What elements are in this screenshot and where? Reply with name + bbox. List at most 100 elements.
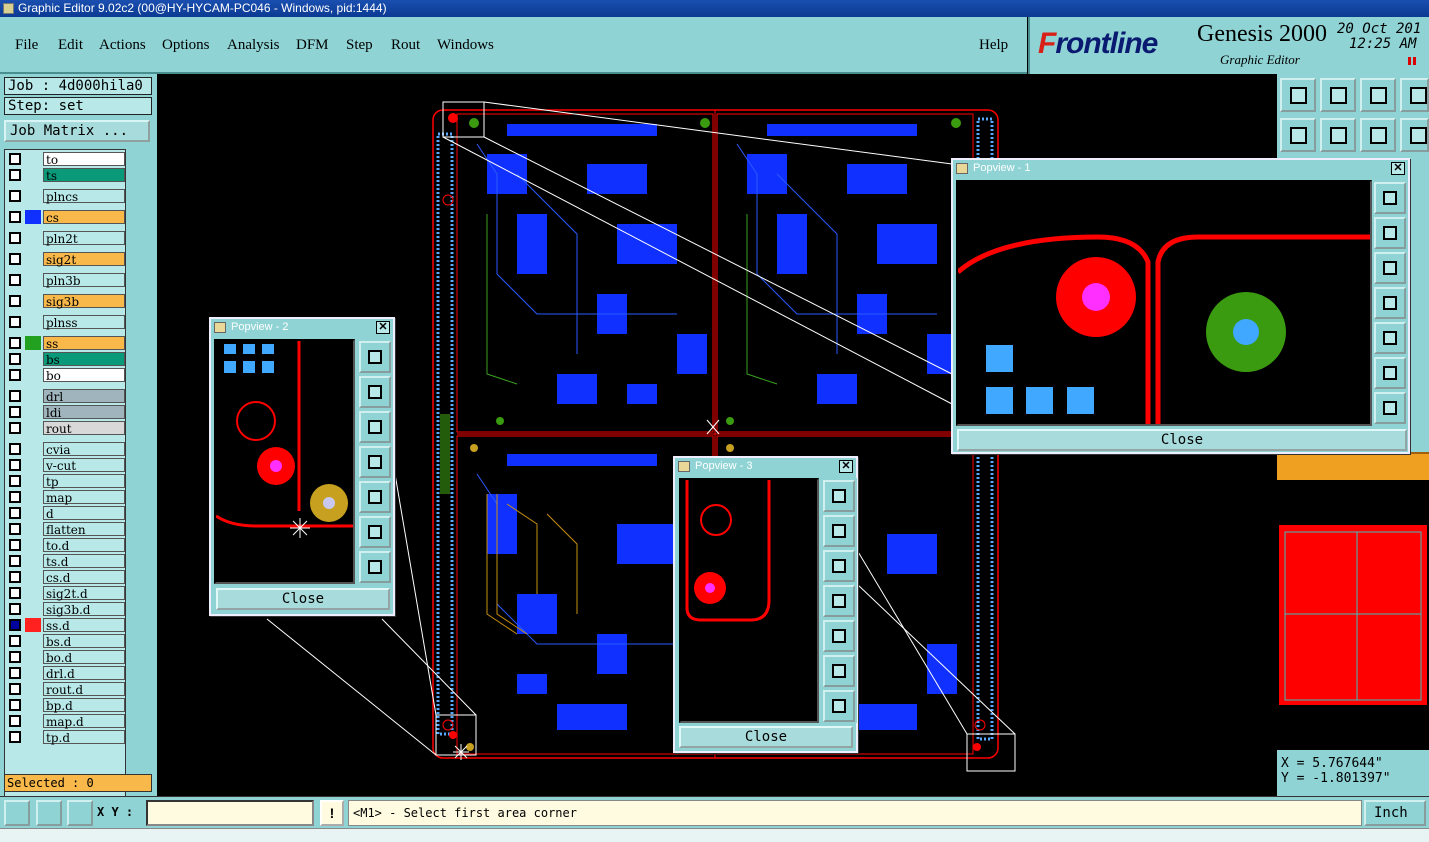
layer-name[interactable]: sig2t [43, 252, 125, 267]
popview-1-view[interactable] [956, 180, 1372, 426]
layer-color-swatch[interactable] [25, 389, 41, 403]
menu-options[interactable]: Options [162, 37, 210, 54]
layer-row-cvia[interactable]: cvia [7, 442, 125, 457]
tool-button-5[interactable] [1280, 118, 1316, 152]
layer-row-sig2t[interactable]: sig2t [7, 252, 125, 267]
layer-name[interactable]: d [43, 506, 125, 521]
pause-icon[interactable] [1408, 57, 1416, 65]
zoom-fit-icon[interactable] [1374, 182, 1406, 214]
layer-name[interactable]: sig2t.d [43, 586, 125, 601]
layer-row-rout-d[interactable]: rout.d [7, 682, 125, 697]
layer-checkbox[interactable] [9, 475, 21, 487]
layer-checkbox[interactable] [9, 316, 21, 328]
layer-name[interactable]: sig3b [43, 294, 125, 309]
layer-checkbox[interactable] [9, 353, 21, 365]
layer-checkbox[interactable] [9, 587, 21, 599]
layer-name[interactable]: cs [43, 210, 125, 225]
tool-button-6[interactable] [1320, 118, 1356, 152]
pan-up-icon[interactable] [823, 515, 855, 547]
tool-button-3[interactable] [1360, 78, 1396, 112]
layer-name[interactable]: plncs [43, 189, 125, 204]
layer-checkbox[interactable] [9, 683, 21, 695]
job-matrix-button[interactable]: Job Matrix ... [4, 120, 150, 142]
menu-help[interactable]: Help [979, 37, 1008, 54]
layer-row-bo[interactable]: bo [7, 368, 125, 383]
zoom-in-icon[interactable] [823, 690, 855, 722]
layer-color-swatch[interactable] [25, 421, 41, 435]
layer-name[interactable]: drl.d [43, 666, 125, 681]
pan-down-icon[interactable] [823, 550, 855, 582]
layer-color-swatch[interactable] [25, 522, 41, 536]
menu-actions[interactable]: Actions [99, 37, 146, 54]
layer-row-to[interactable]: to [7, 152, 125, 167]
menu-windows[interactable]: Windows [437, 37, 494, 54]
layer-color-swatch[interactable] [25, 352, 41, 366]
layer-color-swatch[interactable] [25, 189, 41, 203]
pan-right-icon[interactable] [359, 481, 391, 513]
layer-color-swatch[interactable] [25, 405, 41, 419]
layer-checkbox[interactable] [9, 715, 21, 727]
layer-name[interactable]: cs.d [43, 570, 125, 585]
layer-row-ss[interactable]: ss [7, 336, 125, 351]
layer-row-tp-d[interactable]: tp.d [7, 730, 125, 745]
tool-button-4[interactable] [1400, 78, 1429, 112]
layer-name[interactable]: tp.d [43, 730, 125, 745]
layer-color-swatch[interactable] [25, 554, 41, 568]
layer-row-flatten[interactable]: flatten [7, 522, 125, 537]
layer-row-v-cut[interactable]: v-cut [7, 458, 125, 473]
layer-row-plnss[interactable]: plnss [7, 315, 125, 330]
pan-left-icon[interactable] [359, 446, 391, 478]
layer-color-swatch[interactable] [25, 474, 41, 488]
layer-row-map[interactable]: map [7, 490, 125, 505]
alert-button[interactable]: ! [320, 800, 344, 826]
close-icon[interactable]: ✕ [376, 321, 390, 334]
layer-color-swatch[interactable] [25, 634, 41, 648]
layer-row-ldi[interactable]: ldi [7, 405, 125, 420]
overview-map[interactable] [1277, 480, 1429, 750]
layer-color-swatch[interactable] [25, 682, 41, 696]
layer-color-swatch[interactable] [25, 294, 41, 308]
layer-color-swatch[interactable] [25, 210, 41, 224]
popview-1-close-button[interactable]: Close [957, 429, 1407, 451]
pan-down-icon[interactable] [1374, 252, 1406, 284]
layer-row-bp-d[interactable]: bp.d [7, 698, 125, 713]
layer-row-bs[interactable]: bs [7, 352, 125, 367]
layer-checkbox[interactable] [9, 635, 21, 647]
menu-rout[interactable]: Rout [391, 37, 420, 54]
layer-color-swatch[interactable] [25, 442, 41, 456]
pan-up-icon[interactable] [359, 376, 391, 408]
layer-row-ts-d[interactable]: ts.d [7, 554, 125, 569]
tool-button-8[interactable] [1400, 118, 1429, 152]
layer-row-map-d[interactable]: map.d [7, 714, 125, 729]
layer-name[interactable]: tp [43, 474, 125, 489]
layer-checkbox[interactable] [9, 390, 21, 402]
popview-2-close-button[interactable]: Close [216, 588, 390, 610]
layer-row-sig3b-d[interactable]: sig3b.d [7, 602, 125, 617]
action-toolbar-strip[interactable] [1277, 452, 1429, 480]
layer-name[interactable]: bs [43, 352, 125, 367]
zoom-fit-icon[interactable] [359, 341, 391, 373]
layer-name[interactable]: flatten [43, 522, 125, 537]
layer-row-pln3b[interactable]: pln3b [7, 273, 125, 288]
layer-checkbox[interactable] [9, 406, 21, 418]
xy-input[interactable] [146, 800, 314, 826]
layer-color-swatch[interactable] [25, 618, 41, 632]
pan-left-icon[interactable] [1374, 287, 1406, 319]
layer-color-swatch[interactable] [25, 714, 41, 728]
units-selector[interactable]: Inch [1364, 800, 1426, 826]
layer-color-swatch[interactable] [25, 273, 41, 287]
close-icon[interactable]: ✕ [1391, 162, 1405, 175]
layer-checkbox[interactable] [9, 153, 21, 165]
pan-right-icon[interactable] [1374, 322, 1406, 354]
zoom-out-icon[interactable] [1374, 357, 1406, 389]
popview-3-titlebar[interactable]: Popview - 3 ✕ [675, 458, 856, 475]
layer-name[interactable]: drl [43, 389, 125, 404]
layer-checkbox[interactable] [9, 507, 21, 519]
zoom-out-icon[interactable] [359, 516, 391, 548]
popview-3-close-button[interactable]: Close [679, 726, 853, 748]
layer-checkbox[interactable] [9, 422, 21, 434]
layer-name[interactable]: rout.d [43, 682, 125, 697]
grid-icon[interactable] [67, 800, 93, 826]
layer-row-drl[interactable]: drl [7, 389, 125, 404]
layer-row-drl-d[interactable]: drl.d [7, 666, 125, 681]
